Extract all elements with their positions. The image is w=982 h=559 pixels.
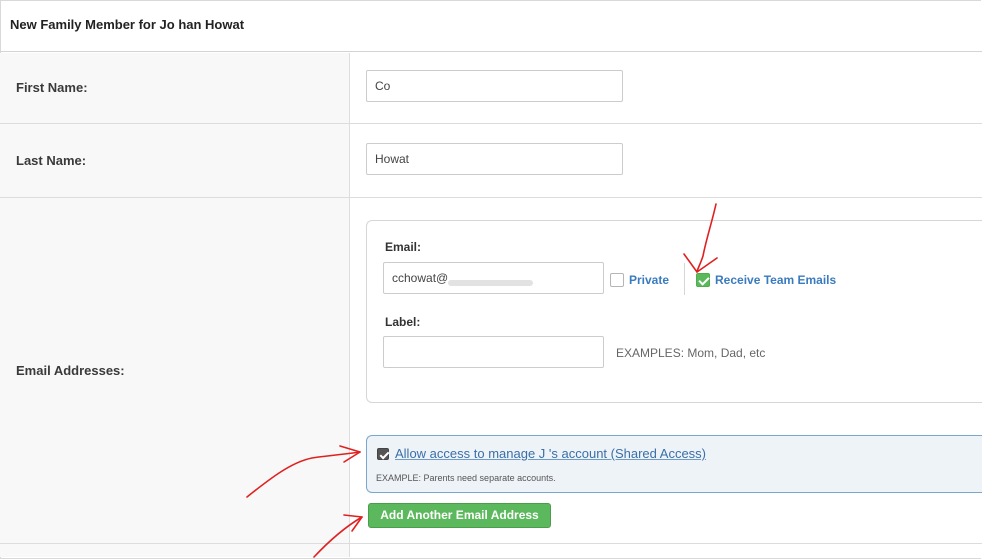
form-header: New Family Member for Jo han Howat	[0, 0, 982, 52]
first-name-field[interactable]: Co	[366, 70, 623, 102]
email-entry-box	[366, 220, 982, 403]
shared-access-label[interactable]: Allow access to manage J 's account (Sha…	[395, 446, 706, 461]
private-label[interactable]: Private	[629, 273, 669, 287]
receive-team-emails-label[interactable]: Receive Team Emails	[715, 273, 836, 287]
last-name-field[interactable]: Howat	[366, 143, 623, 175]
row-divider	[0, 543, 982, 544]
receive-team-emails-checkbox[interactable]	[696, 273, 710, 287]
email-addresses-label: Email Addresses:	[16, 363, 125, 378]
row-divider	[0, 123, 982, 124]
label-label: Label:	[385, 315, 421, 329]
add-another-email-button[interactable]: Add Another Email Address	[368, 503, 551, 528]
label-examples-hint: EXAMPLES: Mom, Dad, etc	[616, 346, 766, 360]
divider	[684, 263, 685, 295]
email-field[interactable]: cchowat@	[383, 262, 604, 294]
shared-access-checkbox[interactable]	[377, 448, 389, 460]
page-title: New Family Member for Jo han Howat	[10, 17, 245, 32]
shared-access-box	[366, 435, 982, 493]
email-field-value: cchowat@	[392, 271, 449, 285]
redaction-mark	[448, 280, 533, 286]
email-label-field[interactable]	[383, 336, 604, 368]
email-label: Email:	[385, 240, 422, 254]
first-name-label: First Name:	[16, 80, 88, 95]
last-name-label: Last Name:	[16, 153, 87, 168]
private-checkbox[interactable]	[610, 273, 624, 287]
label-column	[0, 53, 350, 557]
shared-access-example: EXAMPLE: Parents need separate accounts.	[376, 473, 556, 483]
row-divider	[0, 197, 982, 198]
